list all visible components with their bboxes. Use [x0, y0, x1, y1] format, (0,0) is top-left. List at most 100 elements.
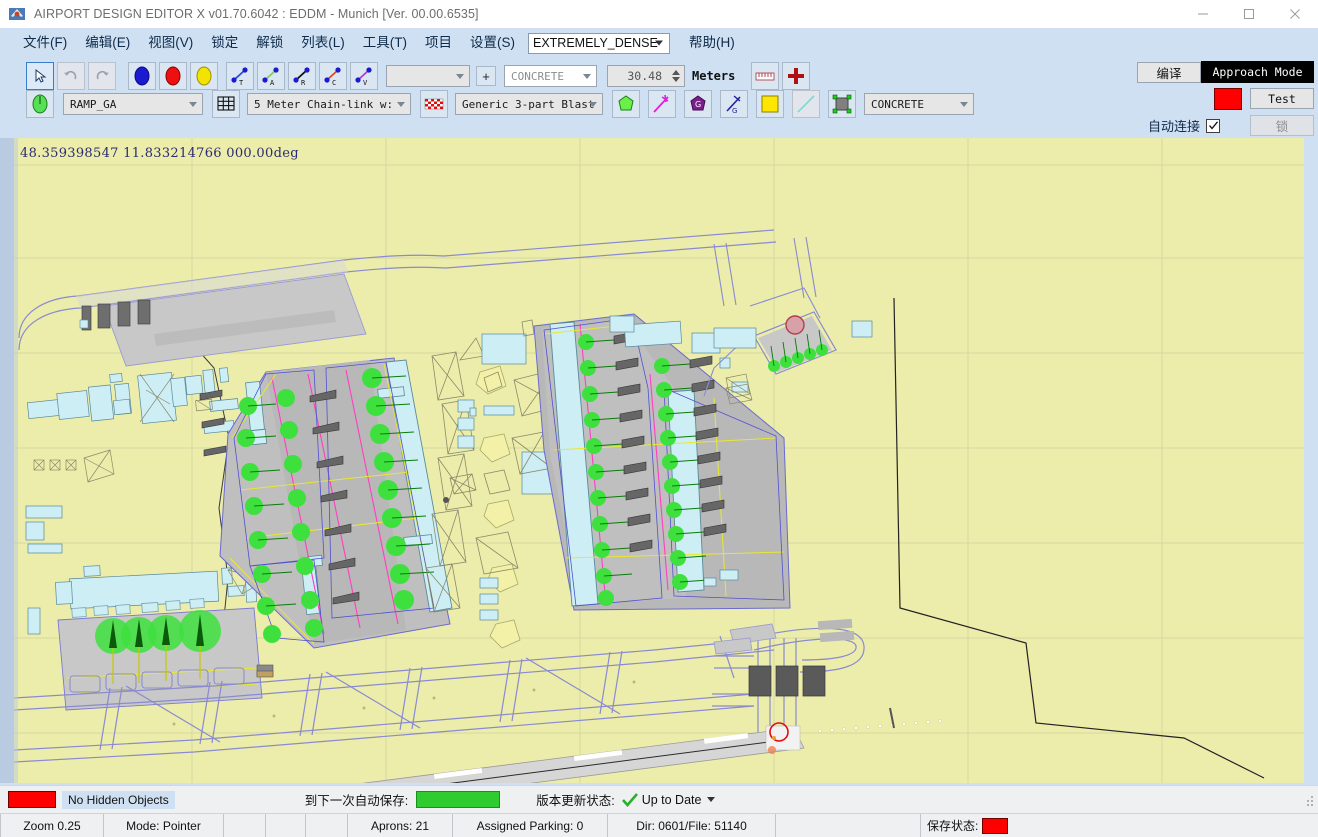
- svg-text:C: C: [332, 79, 336, 87]
- chevron-down-icon[interactable]: [707, 797, 716, 802]
- menu-help[interactable]: 帮助(H): [680, 32, 744, 54]
- svg-text:G: G: [695, 100, 701, 109]
- plus-cross-icon[interactable]: [782, 62, 811, 90]
- close-icon[interactable]: [1272, 0, 1318, 28]
- blast-checker-icon[interactable]: [420, 90, 448, 118]
- menu-project[interactable]: 项目: [416, 32, 461, 54]
- status-color-swatch[interactable]: [1214, 88, 1242, 110]
- minimize-icon[interactable]: [1180, 0, 1226, 28]
- stepper-down-icon[interactable]: [672, 77, 680, 82]
- blue-node-icon[interactable]: [128, 62, 156, 90]
- link-apron-tool[interactable]: A: [257, 62, 285, 90]
- menu-bar: 文件(F) 编辑(E) 视图(V) 锁定 解锁 列表(L) 工具(T) 项目 设…: [0, 28, 1318, 58]
- chevron-down-icon: [583, 74, 591, 79]
- menu-edit[interactable]: 编辑(E): [76, 32, 139, 54]
- menu-tools[interactable]: 工具(T): [354, 32, 416, 54]
- auto-connect-checkbox[interactable]: [1206, 118, 1220, 133]
- link-runway-tool[interactable]: R: [288, 62, 316, 90]
- svg-text:T: T: [239, 79, 244, 87]
- polygon-surface-select[interactable]: CONCRETE: [864, 93, 974, 115]
- map-canvas[interactable]: 48.359398547 11.833214766 000.00deg: [14, 138, 1304, 783]
- yellow-node-icon[interactable]: [190, 62, 218, 90]
- status-save-state: 保存状态:: [921, 814, 1041, 837]
- link-closed-tool[interactable]: C: [319, 62, 347, 90]
- pointer-arrow-icon[interactable]: [26, 62, 54, 90]
- title-bar: AIRPORT DESIGN EDITOR X v01.70.6042 : ED…: [0, 0, 1318, 28]
- ruler-icon[interactable]: [751, 62, 780, 90]
- compile-button[interactable]: 编译: [1137, 62, 1201, 83]
- svg-text:V: V: [363, 79, 368, 87]
- green-polygon-icon[interactable]: [612, 90, 640, 118]
- menu-file[interactable]: 文件(F): [14, 32, 76, 54]
- autosave-label: 到下一次自动保存:: [304, 794, 409, 808]
- status-dir-file: Dir: 0601/File: 51140: [608, 814, 776, 837]
- blue-guide-icon[interactable]: G: [720, 90, 748, 118]
- status-blank-1: [224, 814, 266, 837]
- status-blank-3: [306, 814, 348, 837]
- menu-lists[interactable]: 列表(L): [292, 32, 354, 54]
- auto-connect-row: 自动连接: [1148, 116, 1220, 135]
- blast-type-value: Generic 3-part Blast I: [462, 97, 603, 111]
- parking-type-select[interactable]: RAMP_GA: [63, 93, 203, 115]
- fence-grid-icon[interactable]: [212, 90, 240, 118]
- red-node-icon[interactable]: [159, 62, 187, 90]
- version-status-value: Up to Date: [641, 792, 702, 807]
- density-select-value: EXTREMELY_DENSE: [533, 36, 658, 50]
- hidden-objects-label: No Hidden Objects: [62, 790, 175, 809]
- redo-icon[interactable]: [88, 62, 116, 90]
- toolbar: T A R C V + CONCRETE 30.48 Meters RAMP_G…: [0, 58, 1318, 160]
- magenta-approach-icon[interactable]: [648, 90, 676, 118]
- width-stepper[interactable]: 30.48: [607, 65, 685, 87]
- svg-text:R: R: [301, 79, 306, 87]
- approach-mode-button[interactable]: Approach Mode: [1201, 61, 1314, 83]
- auto-connect-label: 自动连接: [1147, 119, 1200, 134]
- status-mode: Mode: Pointer: [104, 814, 224, 837]
- autosave-progress: [416, 791, 501, 808]
- save-state-swatch: [982, 817, 1009, 834]
- chevron-down-icon: [456, 74, 464, 79]
- parking-circle-icon[interactable]: [26, 90, 54, 118]
- menu-settings[interactable]: 设置(S): [461, 32, 524, 54]
- diagonal-line-icon[interactable]: [792, 90, 820, 118]
- window-title: AIRPORT DESIGN EDITOR X v01.70.6042 : ED…: [34, 7, 479, 21]
- purple-gate-icon[interactable]: G: [684, 90, 712, 118]
- test-button[interactable]: Test: [1250, 88, 1314, 109]
- status-blank-2: [266, 814, 306, 837]
- link-taxiway-tool[interactable]: T: [226, 62, 254, 90]
- unit-label: Meters: [692, 69, 736, 83]
- density-select[interactable]: EXTREMELY_DENSE: [528, 32, 670, 54]
- menu-view[interactable]: 视图(V): [139, 32, 202, 54]
- undo-icon[interactable]: [57, 62, 85, 90]
- lock-button[interactable]: 锁: [1250, 115, 1314, 136]
- svg-text:G: G: [732, 107, 737, 115]
- green-check-icon: [621, 792, 638, 807]
- fence-type-select[interactable]: 5 Meter Chain-link w:: [247, 93, 411, 115]
- status-blank-4: [776, 814, 921, 837]
- status-bar-primary: No Hidden Objects 到下一次自动保存: 版本更新状态: Up t…: [0, 785, 1318, 813]
- save-state-label: 保存状态:: [927, 819, 979, 833]
- airport-diagram: [14, 138, 1304, 783]
- add-link-button[interactable]: +: [476, 66, 496, 86]
- polygon-surface-value: CONCRETE: [871, 97, 924, 111]
- stepper-up-icon[interactable]: [672, 70, 680, 75]
- link-name-select[interactable]: [386, 65, 470, 87]
- surface-select[interactable]: CONCRETE: [504, 65, 597, 87]
- status-aprons: Aprons: 21: [348, 814, 453, 837]
- chevron-down-icon: [655, 40, 663, 46]
- map-scrollbar-right[interactable]: [1304, 138, 1318, 783]
- status-assigned-parking: Assigned Parking: 0: [453, 814, 608, 837]
- yellow-square-icon[interactable]: [756, 90, 784, 118]
- toolbar-row-2: RAMP_GA 5 Meter Chain-link w: Generic 3-…: [26, 90, 974, 118]
- surface-select-value: CONCRETE: [511, 69, 564, 83]
- hidden-objects-swatch[interactable]: [8, 791, 56, 808]
- chevron-down-icon: [189, 102, 197, 107]
- link-vehicle-tool[interactable]: V: [350, 62, 378, 90]
- maximize-icon[interactable]: [1226, 0, 1272, 28]
- status-bar-secondary: Zoom 0.25 Mode: Pointer Aprons: 21 Assig…: [0, 813, 1318, 837]
- svg-text:A: A: [270, 79, 275, 87]
- blast-type-select[interactable]: Generic 3-part Blast I: [455, 93, 603, 115]
- polygon-handles-icon[interactable]: [828, 90, 856, 118]
- map-scrollbar-left[interactable]: [0, 138, 14, 783]
- menu-unlock[interactable]: 解锁: [247, 32, 292, 54]
- menu-lock[interactable]: 锁定: [202, 32, 247, 54]
